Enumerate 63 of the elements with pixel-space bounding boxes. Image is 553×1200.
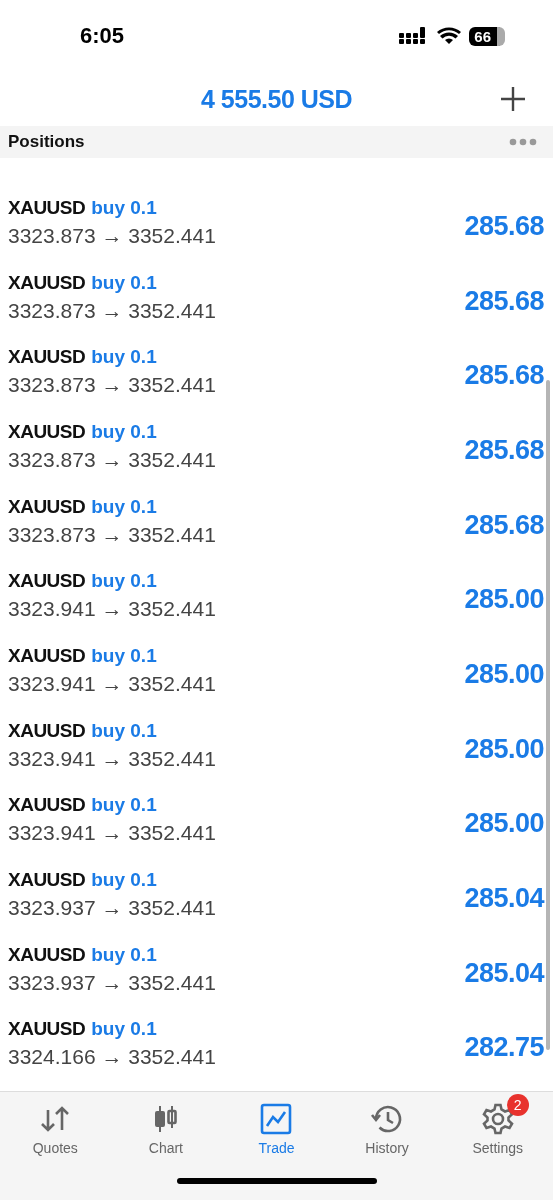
order-type: buy 0.1	[91, 346, 157, 369]
order-type: buy 0.1	[91, 644, 157, 667]
position-profit: 285.00	[464, 584, 544, 616]
tab-button[interactable]: Chart	[120, 1092, 211, 1156]
position-prices: 3323.941 → 3352.441	[8, 746, 216, 771]
order-type: buy 0.1	[91, 271, 157, 294]
position-symbol: XAUUSD	[8, 495, 86, 518]
position-profit: 285.68	[464, 434, 544, 466]
position-prices: 3323.873 → 3352.441	[8, 373, 216, 398]
position-symbol: XAUUSD	[8, 943, 86, 966]
tab-button[interactable]: 2 Settings	[452, 1092, 543, 1156]
position-profit: 285.00	[464, 733, 544, 765]
position-prices: 3323.873 → 3352.441	[8, 223, 216, 248]
tab-button[interactable]: Quotes	[10, 1092, 101, 1156]
position-symbol: XAUUSD	[8, 1018, 86, 1041]
position-symbol: XAUUSD	[8, 346, 86, 369]
status-time: 6:05	[80, 23, 125, 49]
position-profit: 285.68	[464, 360, 544, 392]
position-symbol: XAUUSD	[8, 271, 86, 294]
gear-icon	[480, 1102, 515, 1136]
position-prices: 3323.937 → 3352.441	[8, 896, 216, 921]
more-icon[interactable]	[509, 138, 537, 146]
position-prices: 3323.941 → 3352.441	[8, 597, 216, 622]
add-icon[interactable]	[500, 86, 526, 112]
tab-button[interactable]: Trade	[231, 1092, 322, 1156]
position-prices: 3324.166 → 3352.441	[8, 1045, 216, 1070]
order-type: buy 0.1	[91, 943, 157, 966]
order-type: buy 0.1	[91, 196, 157, 219]
order-type: buy 0.1	[91, 794, 157, 817]
account-balance[interactable]: 4 555.50 USD	[200, 84, 352, 114]
position-profit: 285.00	[464, 658, 544, 690]
section-title: Positions	[8, 132, 85, 152]
position-symbol: XAUUSD	[8, 196, 86, 219]
position-profit: 285.04	[464, 883, 544, 915]
position-symbol: XAUUSD	[8, 869, 86, 892]
position-prices: 3323.873 → 3352.441	[8, 447, 216, 472]
order-type: buy 0.1	[91, 719, 157, 742]
position-symbol: XAUUSD	[8, 570, 86, 593]
position-prices: 3323.941 → 3352.441	[8, 671, 216, 696]
position-symbol: XAUUSD	[8, 794, 86, 817]
battery-icon: 66	[469, 26, 505, 46]
line-chart-icon	[259, 1102, 294, 1136]
order-type: buy 0.1	[91, 869, 157, 892]
position-profit: 285.68	[464, 285, 544, 317]
position-prices: 3323.937 → 3352.441	[8, 970, 216, 995]
order-type: buy 0.1	[91, 1018, 157, 1041]
order-type: buy 0.1	[91, 570, 157, 593]
position-prices: 3323.873 → 3352.441	[8, 298, 216, 323]
position-profit: 285.00	[464, 808, 544, 840]
position-profit: 285.04	[464, 957, 544, 989]
position-prices: 3323.941 → 3352.441	[8, 821, 216, 846]
position-symbol: XAUUSD	[8, 420, 86, 443]
tab-button[interactable]: History	[342, 1092, 433, 1156]
position-symbol: XAUUSD	[8, 719, 86, 742]
position-symbol: XAUUSD	[8, 644, 86, 667]
position-prices: 3323.873 → 3352.441	[8, 522, 216, 547]
notification-badge: 2	[506, 1094, 529, 1116]
position-profit: 285.68	[464, 210, 544, 242]
wifi-icon	[437, 27, 462, 45]
order-type: buy 0.1	[91, 420, 157, 443]
order-type: buy 0.1	[91, 495, 157, 518]
position-profit: 285.68	[464, 509, 544, 541]
position-profit: 282.75	[464, 1032, 544, 1064]
